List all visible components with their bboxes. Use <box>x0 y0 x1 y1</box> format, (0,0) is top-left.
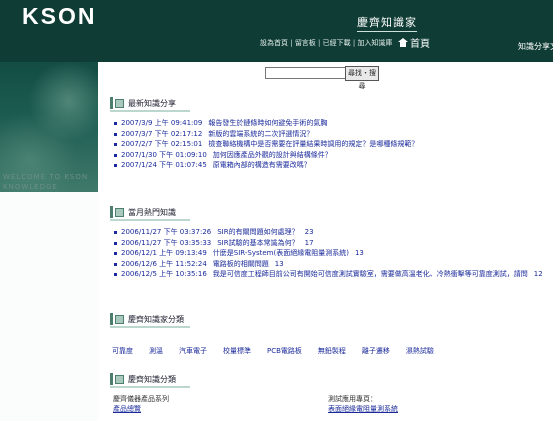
item-date: 2007/2/7 下午 02:15:01 <box>121 140 203 148</box>
nav-downloads[interactable]: 已經下載 <box>323 39 351 47</box>
item-count: 23 <box>304 228 314 236</box>
category-link[interactable]: 汽車電子 <box>179 347 207 355</box>
item-date: 2006/11/27 下午 03:37:26 <box>121 228 212 236</box>
list-item[interactable]: 2007/2/7 下午 02:15:01 檢查聯絡機構中是否需要在評量結果時調用的… <box>114 139 418 150</box>
section-square-icon <box>115 207 124 217</box>
latest-section-title: 最新知識分享 <box>128 98 176 108</box>
popular-list: 2006/11/27 下午 03:37:26 SIR的有關問題如何處理？ 23 200… <box>114 227 543 280</box>
products-right-link[interactable]: 表面絕緣電阻量測系統 <box>328 404 398 414</box>
item-count: 13 <box>354 249 364 257</box>
welcome-text: WELCOME TO KSON KNOWLEDGE <box>3 173 89 191</box>
products-left-heading: 慶齊儀器產品系列 <box>113 395 169 403</box>
products-right: 測試應用專頁： 表面絕緣電阻量測系統 <box>328 394 398 414</box>
item-title-link[interactable]: SIR試驗的基本常識為何？ <box>217 238 298 249</box>
bullet-icon <box>114 273 117 276</box>
bullet-icon <box>114 252 117 255</box>
item-date: 2007/1/30 下午 01:09:10 <box>121 150 207 159</box>
list-item[interactable]: 2007/1/30 下午 01:09:10 加何因應產品外觀的設計與結構條件？ <box>114 150 418 161</box>
item-title-link[interactable]: 新版的雲端系統的二次評選情況？ <box>208 129 313 140</box>
item-title-link[interactable]: SIR的有關問題如何處理？ <box>217 227 298 238</box>
latest-list: 2007/3/9 上午 09:41:09 報告發生於鏈條時如何避免手術的氣胸 200… <box>114 118 418 171</box>
nav-set-home[interactable]: 設為首頁 <box>260 39 288 47</box>
section-square-icon <box>115 374 124 384</box>
products-left-link[interactable]: 產品總覽 <box>113 404 169 414</box>
list-item[interactable]: 2007/3/9 上午 09:41:09 報告發生於鏈條時如何避免手術的氣胸 <box>114 118 418 129</box>
item-title-link[interactable]: 原電箱內部的構造有需要改嗎？ <box>213 160 311 171</box>
category-link[interactable]: PCB電路板 <box>267 347 302 355</box>
item-date: 2007/1/24 下午 01:07:45 <box>121 161 207 169</box>
list-item[interactable]: 2006/12/1 上午 09:13:49 什麼是SIR-System(表面絕緣電… <box>114 248 543 259</box>
header-right-text: 知識分享文 <box>518 42 553 51</box>
top-nav: 設為首頁 | 留言板 | 已經下載 | 加入知識庫 <box>260 39 393 47</box>
bullet-icon <box>114 143 117 146</box>
item-count: 12 <box>533 270 543 278</box>
popular-section-header: 當月熱門知識 <box>110 205 190 221</box>
home-icon <box>398 38 408 47</box>
nav-join[interactable]: 加入知識庫 <box>357 39 392 47</box>
products-left: 慶齊儀器產品系列 產品總覽 <box>113 394 169 414</box>
list-item[interactable]: 2006/11/27 下午 03:35:33 SIR試驗的基本常識為何？ 17 <box>114 238 543 249</box>
category-link[interactable]: 濕熱試驗 <box>406 347 434 355</box>
item-date: 2007/3/9 上午 09:41:09 <box>121 119 203 127</box>
categories-section-header: 慶齊知識家分類 <box>110 312 190 328</box>
latest-section-header: 最新知識分享 <box>110 96 190 112</box>
item-date: 2006/12/6 上午 11:52:24 <box>121 259 207 268</box>
bullet-icon <box>114 164 117 167</box>
category-link[interactable]: 校量標準 <box>223 347 251 355</box>
item-date: 2006/11/27 下午 03:35:33 <box>121 238 212 247</box>
list-item[interactable]: 2007/3/7 下午 02:17:12 新版的雲端系統的二次評選情況？ <box>114 129 418 140</box>
bullet-icon <box>114 231 117 234</box>
products-section-title: 慶齊知識分類 <box>128 374 176 384</box>
item-title-link[interactable]: 加何因應產品外觀的設計與結構條件？ <box>213 150 332 161</box>
item-title-link[interactable]: 報告發生於鏈條時如何避免手術的氣胸 <box>208 118 327 129</box>
popular-section-title: 當月熱門知識 <box>128 207 176 217</box>
list-item[interactable]: 2006/12/5 上午 10:35:16 我是可信度工程師目前公司有開始可信度測… <box>114 269 543 280</box>
sidebar-strip <box>0 192 98 421</box>
item-title-link[interactable]: 檢查聯絡機構中是否需要在評量結果時調用的規定？是哪種條規範？ <box>208 139 418 150</box>
list-item[interactable]: 2007/1/24 下午 01:07:45 原電箱內部的構造有需要改嗎？ <box>114 160 418 171</box>
section-square-icon <box>115 98 124 108</box>
sidebar: WELCOME TO KSON KNOWLEDGE <box>0 62 98 421</box>
products-right-heading: 測試應用專頁： <box>328 395 377 403</box>
products-section-header: 慶齊知識分類 <box>110 372 190 388</box>
item-date: 2006/12/1 上午 09:13:49 <box>121 249 207 257</box>
home-link[interactable]: 首頁 <box>398 35 430 50</box>
item-date: 2007/3/7 下午 02:17:12 <box>121 129 203 138</box>
list-item[interactable]: 2006/11/27 下午 03:37:26 SIR的有關問題如何處理？ 23 <box>114 227 543 238</box>
site-title: 慶齊知識家 <box>357 14 417 32</box>
bullet-icon <box>114 132 117 136</box>
search-input[interactable] <box>265 67 347 79</box>
category-link[interactable]: 可靠度 <box>112 347 133 355</box>
bullet-icon <box>114 241 117 245</box>
header: KSON 慶齊知識家 設為首頁 | 留言板 | 已經下載 | 加入知識庫 首頁 … <box>0 0 553 62</box>
section-square-icon <box>115 314 124 324</box>
item-title-link[interactable]: 我是可信度工程師目前公司有開始可信度測試實驗室，需要做高溫老化、冷熱衝擊等可靠度… <box>213 269 528 280</box>
nav-guestbook[interactable]: 留言板 <box>295 39 316 47</box>
site-logo[interactable]: KSON <box>22 3 96 30</box>
item-count: 13 <box>274 259 284 268</box>
bullet-icon <box>114 153 117 157</box>
list-item[interactable]: 2006/12/6 上午 11:52:24 電路板的相關問題 13 <box>114 259 543 270</box>
category-link[interactable]: 離子遷移 <box>362 347 390 355</box>
category-link[interactable]: 無鉛製程 <box>318 347 346 355</box>
item-title-link[interactable]: 電路板的相關問題 <box>213 259 269 270</box>
categories-section-title: 慶齊知識家分類 <box>128 314 184 324</box>
bullet-icon <box>114 262 117 266</box>
category-links: 可靠度 測溫 汽車電子 校量標準 PCB電路板 無鉛製程 離子遷移 濕熱試驗 <box>112 346 450 356</box>
item-date: 2006/12/5 上午 10:35:16 <box>121 270 207 278</box>
category-link[interactable]: 測溫 <box>149 347 163 355</box>
search-button[interactable]: 尋找・搜尋 <box>345 66 379 90</box>
item-title-link[interactable]: 什麼是SIR-System(表面絕緣電阻量測系統) <box>213 248 349 259</box>
home-label: 首頁 <box>410 39 430 50</box>
item-count: 17 <box>304 238 314 247</box>
bullet-icon <box>114 122 117 125</box>
